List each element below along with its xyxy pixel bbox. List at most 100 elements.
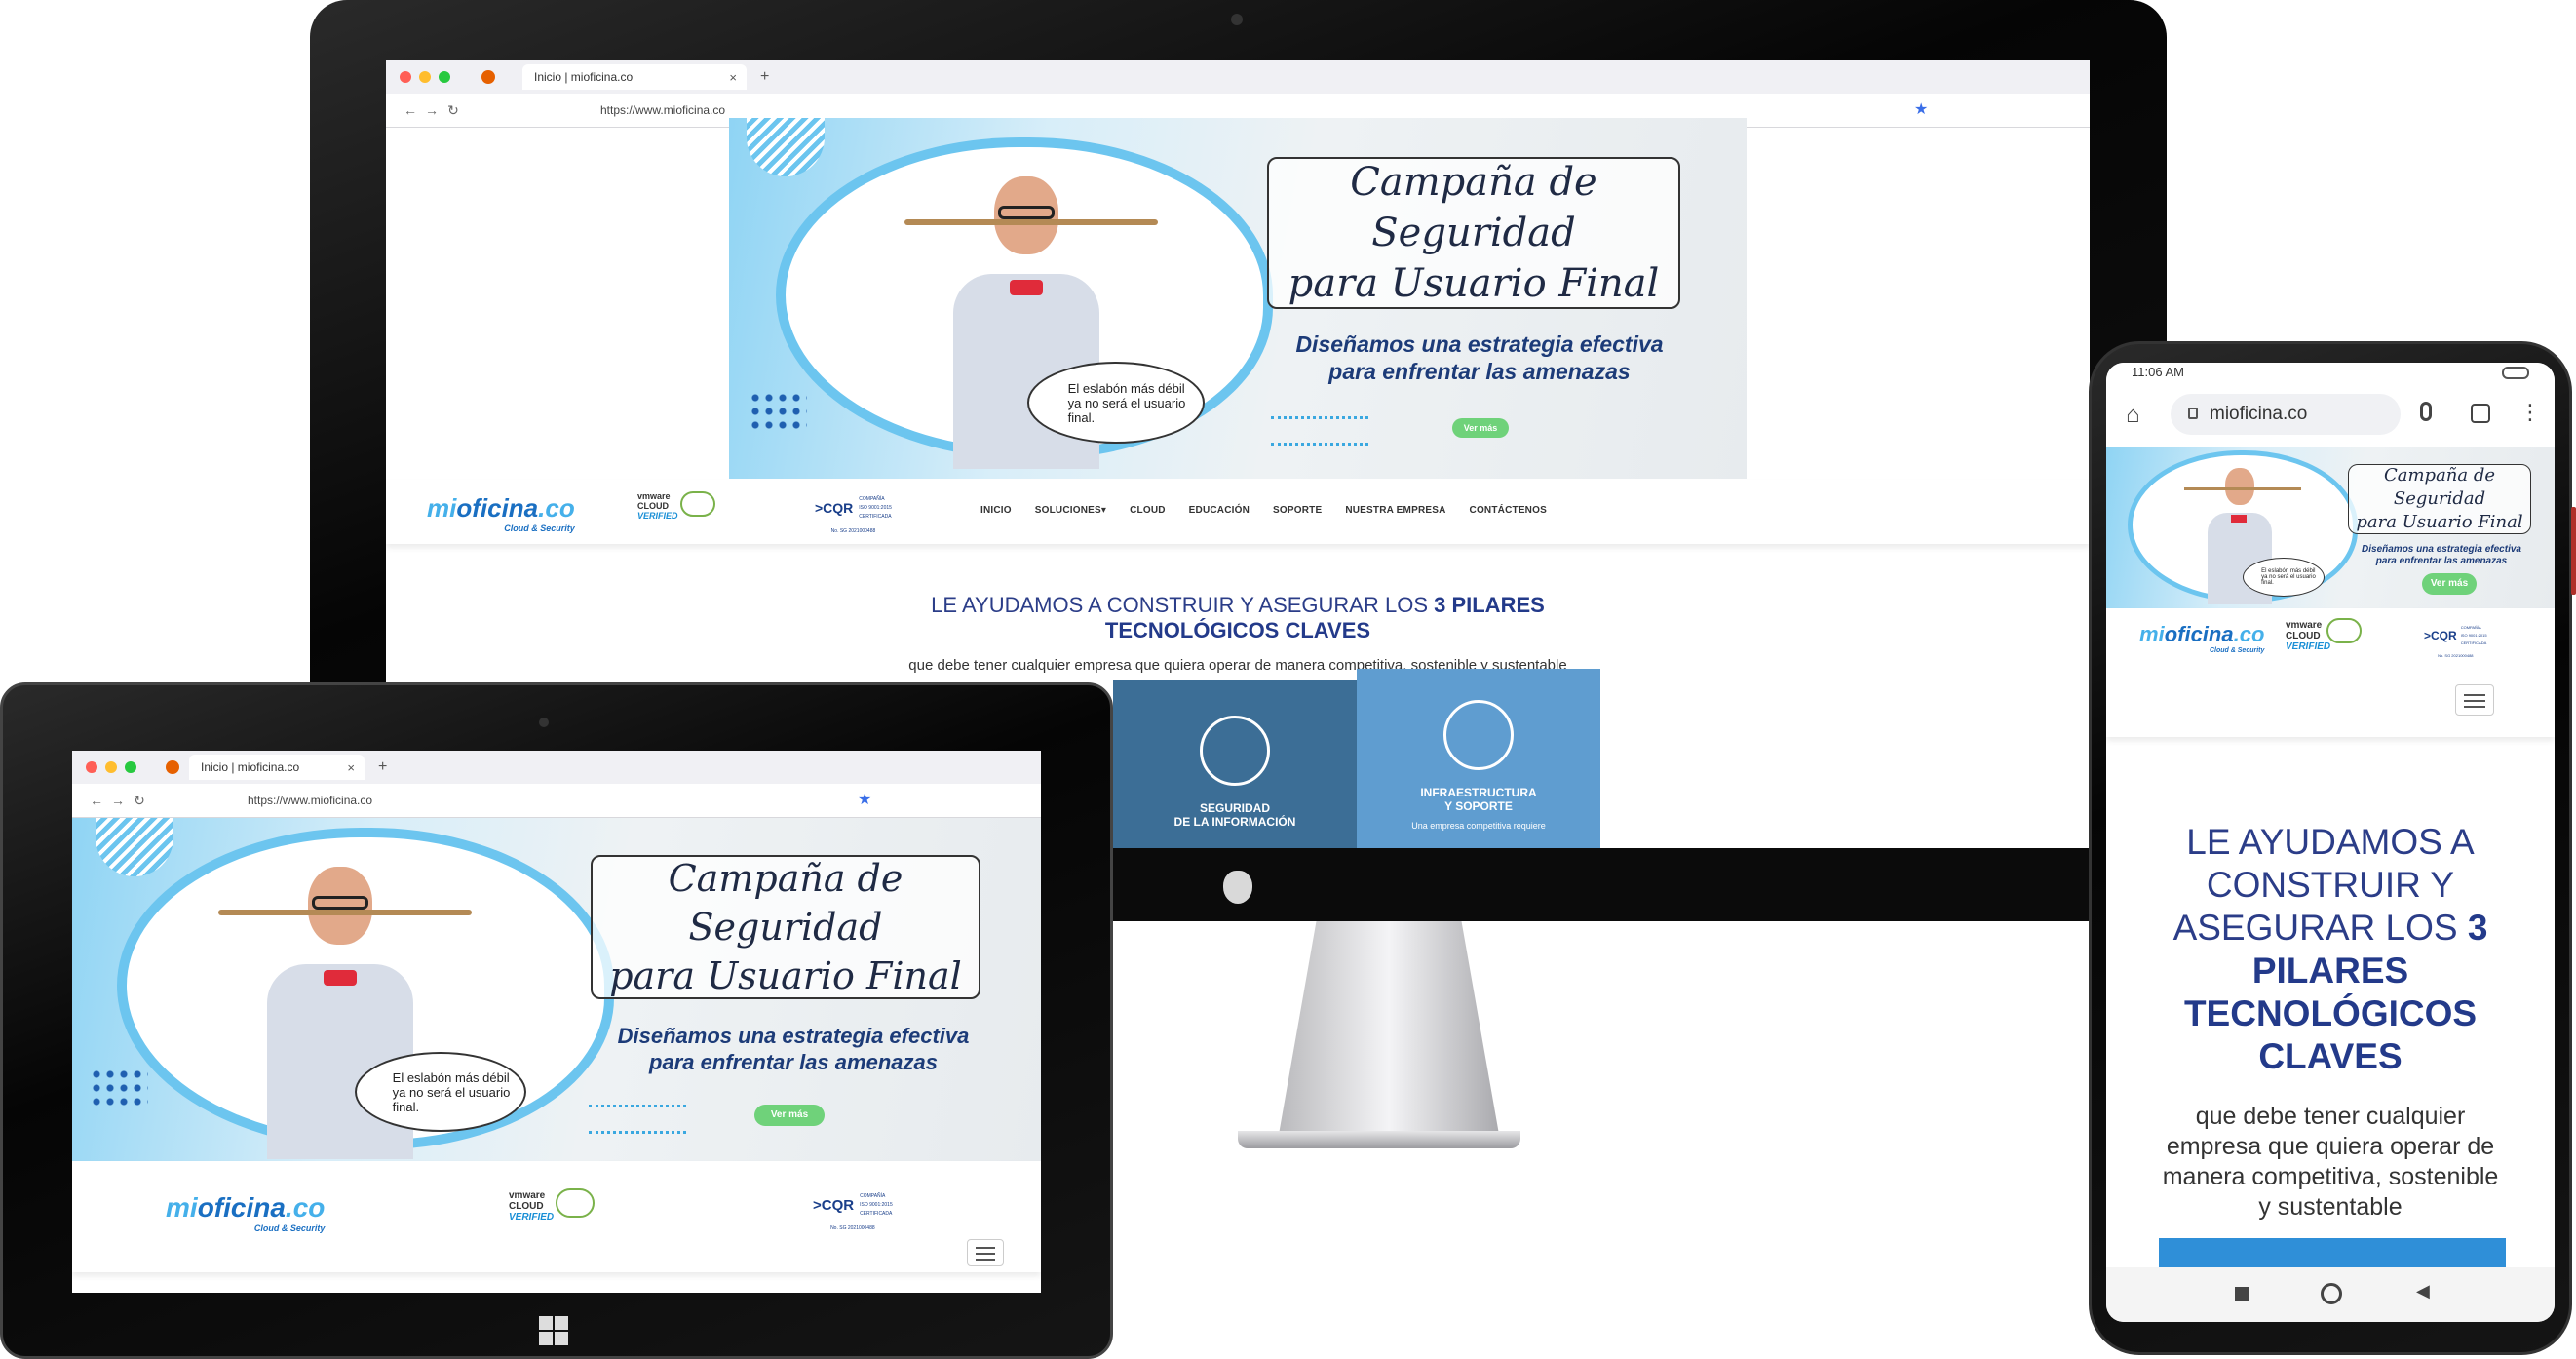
tablet-browser-chrome: Inicio | mioficina.co × + ← → ↻ https://… <box>72 751 1041 818</box>
campaign-title-box: Campaña de Seguridad para Usuario Final <box>1267 157 1680 309</box>
home-button-icon[interactable] <box>2321 1283 2342 1304</box>
tab-title: Inicio | mioficina.co <box>534 70 634 84</box>
monitor-stand <box>1277 916 1501 1145</box>
site-header: mioficina.co Cloud & Security vmware CLO… <box>386 480 2090 544</box>
new-tab-icon[interactable]: + <box>378 758 387 776</box>
lock-icon <box>2188 408 2198 419</box>
battery-icon <box>2502 367 2529 379</box>
section-heading: LE AYUDAMOS A CONSTRUIR Y ASEGURAR LOS 3… <box>2172 822 2488 1076</box>
main-nav: INICIO SOLUCIONES▾ CLOUD EDUCACIÓN SOPOR… <box>980 505 1570 516</box>
mioficina-logo[interactable]: mioficina.co Cloud & Security <box>2139 622 2264 654</box>
firefox-icon <box>481 70 495 84</box>
close-window-dot[interactable] <box>400 71 411 83</box>
url-text[interactable]: https://www.mioficina.co <box>248 794 372 807</box>
windows-logo-icon[interactable] <box>539 1316 568 1345</box>
tablet-camera-icon <box>539 718 549 727</box>
vmware-cloud-verified-logo: vmware CLOUD VERIFIED <box>637 491 678 521</box>
close-tab-icon[interactable]: × <box>729 70 737 85</box>
power-button[interactable] <box>2571 507 2576 595</box>
back-icon[interactable]: ← <box>86 793 107 808</box>
maximize-window-dot[interactable] <box>439 71 450 83</box>
camera-icon <box>1231 14 1243 25</box>
speech-bubble: El eslabón más débil ya no será el usuar… <box>2243 558 2325 597</box>
browser-tab[interactable]: Inicio | mioficina.co × <box>522 64 747 90</box>
firefox-icon <box>166 760 179 774</box>
wave-decoration <box>1271 416 1368 446</box>
ver-mas-button[interactable]: Ver más <box>2422 573 2477 595</box>
tablet-screen: Inicio | mioficina.co × + ← → ↻ https://… <box>72 751 1041 1293</box>
stripes-decoration <box>747 118 825 176</box>
forward-icon[interactable]: → <box>107 793 129 808</box>
nav-nuestra-empresa[interactable]: NUESTRA EMPRESA <box>1345 505 1445 516</box>
nav-soporte[interactable]: SOPORTE <box>1273 505 1322 516</box>
hero-banner: El eslabón más débil ya no será el usuar… <box>729 118 1747 479</box>
card-seguridad[interactable]: SEGURIDAD DE LA INFORMACIÓN <box>1113 680 1357 848</box>
wave-decoration <box>589 1105 686 1134</box>
nav-inicio[interactable]: INICIO <box>980 505 1012 516</box>
bookmark-star-icon[interactable]: ★ <box>1914 99 1928 119</box>
hero-tagline: Diseñamos una estrategia efectiva para e… <box>617 1024 970 1074</box>
mic-icon[interactable] <box>2420 402 2432 421</box>
nav-soluciones[interactable]: SOLUCIONES▾ <box>1035 505 1106 516</box>
cqr-certified-logo: >CQR COMPAÑÍA ISO 9001:2015 CERTIFICADA No… <box>815 496 892 534</box>
tabs-count-icon[interactable] <box>2471 404 2490 423</box>
reload-icon[interactable]: ↻ <box>129 793 150 809</box>
site-header: mioficina.co Cloud & Security vmware CLO… <box>72 1161 1041 1272</box>
back-icon[interactable]: ← <box>400 102 421 118</box>
dots-decoration <box>90 1068 148 1107</box>
more-menu-icon[interactable]: ⋮ <box>2519 400 2541 425</box>
dots-decoration <box>749 391 807 430</box>
recent-apps-icon[interactable] <box>2235 1287 2249 1301</box>
nav-cloud[interactable]: CLOUD <box>1130 505 1166 516</box>
vmware-cloud-verified-logo: vmware CLOUD VERIFIED <box>509 1190 555 1223</box>
url-text[interactable]: https://www.mioficina.co <box>600 103 725 117</box>
cqr-certified-logo: >CQR COMPAÑÍA ISO 9001:2015 CERTIFICADA No… <box>813 1193 893 1231</box>
section-subtext: que debe tener cualquier empresa que qui… <box>2162 1103 2499 1221</box>
section-heading: LE AYUDAMOS A CONSTRUIR Y ASEGURAR LOS 3… <box>931 593 1545 642</box>
mioficina-logo[interactable]: mioficina.co Cloud & Security <box>427 493 575 533</box>
url-bar[interactable]: ← → ↻ https://www.mioficina.co ★ <box>72 784 1041 817</box>
vmware-cloud-verified-logo: vmware CLOUD VERIFIED <box>2286 620 2331 652</box>
menu-toggle-button[interactable] <box>2455 684 2494 716</box>
browser-tab[interactable]: Inicio | mioficina.co × <box>189 755 365 780</box>
ver-mas-button[interactable]: Ver más <box>754 1105 825 1126</box>
hero-banner: El eslabón más débil ya no será el usuar… <box>72 818 1041 1161</box>
mobile-address-field[interactable]: mioficina.co <box>2171 394 2401 435</box>
back-button-icon[interactable]: ◀ <box>2416 1281 2430 1301</box>
server-icon <box>1443 700 1514 770</box>
new-tab-icon[interactable]: + <box>760 68 769 86</box>
maximize-window-dot[interactable] <box>125 761 136 773</box>
monitor-lock-icon <box>1200 716 1270 786</box>
campaign-title-box: Campaña de Seguridad para Usuario Final <box>591 855 980 999</box>
card-preview[interactable] <box>2159 1238 2506 1267</box>
forward-icon[interactable]: → <box>421 102 442 118</box>
cloud-check-icon <box>556 1188 595 1218</box>
speech-bubble: El eslabón más débil ya no será el usuar… <box>355 1052 526 1132</box>
hero-tagline: Diseñamos una estrategia efectiva para e… <box>1295 331 1664 384</box>
close-tab-icon[interactable]: × <box>347 760 355 775</box>
cqr-certified-logo: >CQR COMPAÑÍA ISO 9001:2015 CERTIFICADA No… <box>2424 625 2487 658</box>
cloud-check-icon <box>680 491 715 517</box>
minimize-window-dot[interactable] <box>419 71 431 83</box>
site-header: mioficina.co Cloud & Security vmware CLO… <box>2106 608 2555 737</box>
reload-icon[interactable]: ↻ <box>442 102 464 119</box>
status-bar: 11:06 AM <box>2106 363 2555 384</box>
cloud-check-icon <box>2326 618 2362 643</box>
bookmark-star-icon[interactable]: ★ <box>858 790 871 809</box>
menu-toggle-button[interactable] <box>967 1239 1004 1266</box>
monitor-base <box>1238 1131 1520 1148</box>
close-window-dot[interactable] <box>86 761 97 773</box>
stripes-decoration <box>96 818 173 876</box>
campaign-title-box: Campaña de Seguridad para Usuario Final <box>2348 464 2531 534</box>
nav-educacion[interactable]: EDUCACIÓN <box>1189 505 1250 516</box>
home-icon[interactable]: ⌂ <box>2126 402 2140 429</box>
ver-mas-button[interactable]: Ver más <box>1452 418 1509 438</box>
nav-contactenos[interactable]: CONTÁCTENOS <box>1470 505 1547 516</box>
mioficina-logo[interactable]: mioficina.co Cloud & Security <box>166 1192 325 1233</box>
hero-banner: El eslabón más débil ya no será el usuar… <box>2106 447 2555 608</box>
card-infraestructura[interactable]: INFRAESTRUCTURA Y SOPORTE Una empresa co… <box>1357 669 1600 848</box>
minimize-window-dot[interactable] <box>105 761 117 773</box>
apple-logo-icon <box>1223 871 1252 904</box>
phone-screen: 11:06 AM ⌂ mioficina.co ⋮ El eslabón más… <box>2106 363 2555 1322</box>
android-nav-bar: ◀ <box>2106 1267 2555 1322</box>
